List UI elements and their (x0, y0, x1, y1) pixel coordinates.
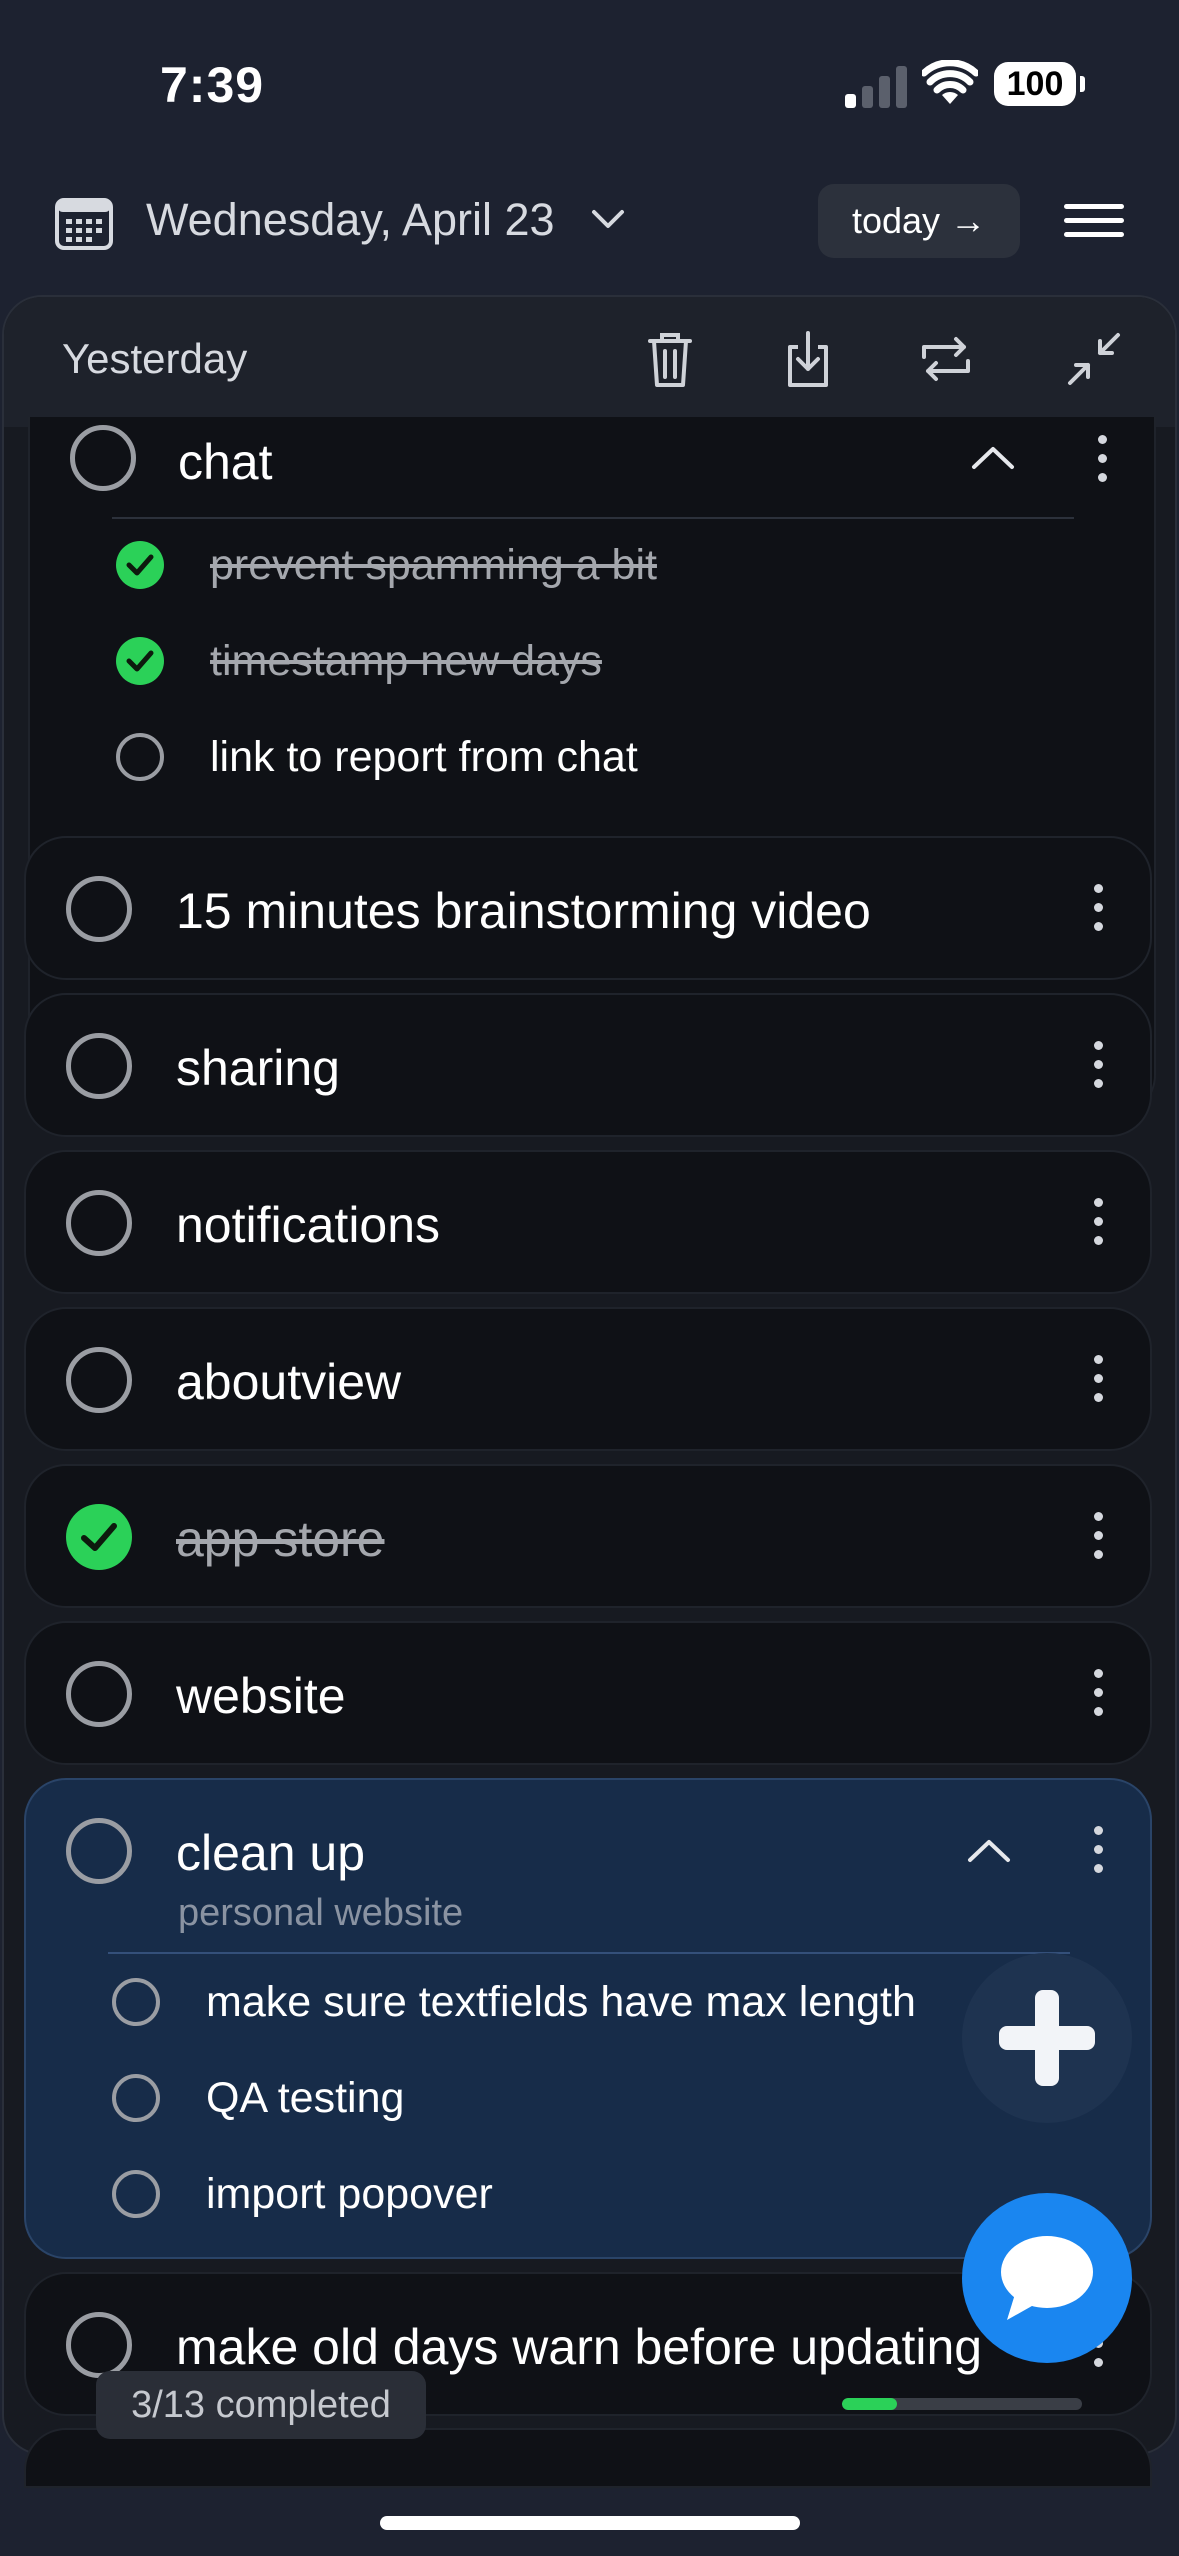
task-title: aboutview (176, 1354, 402, 1410)
chevron-up-icon[interactable] (970, 443, 1016, 471)
more-options-icon[interactable] (1091, 884, 1105, 934)
more-options-icon[interactable] (1095, 435, 1109, 485)
repeat-icon[interactable] (916, 327, 976, 391)
subtask-text[interactable]: QA testing (206, 2074, 404, 2123)
more-options-icon[interactable] (1091, 1512, 1105, 1562)
more-options-icon[interactable] (1091, 1669, 1105, 1719)
task-checkbox[interactable] (66, 1190, 132, 1256)
panel-toolbar: Yesterday (4, 297, 1175, 427)
wifi-icon (922, 60, 978, 104)
today-label: today (851, 200, 941, 241)
task-card[interactable]: sharing (24, 993, 1152, 1137)
task-checkbox[interactable] (70, 425, 136, 491)
panel-title: Yesterday (62, 335, 248, 382)
collapse-icon[interactable] (1064, 327, 1124, 391)
subtask-text[interactable]: timestamp new days (210, 637, 602, 686)
battery-indicator: 100 (994, 62, 1085, 106)
subtask-checkbox-checked[interactable] (116, 637, 164, 685)
subtask-checkbox[interactable] (116, 733, 164, 781)
speech-bubble-icon (1001, 2236, 1093, 2320)
cellular-signal-icon (845, 64, 907, 108)
subtask-checkbox[interactable] (112, 2170, 160, 2218)
task-title: sharing (176, 1040, 340, 1096)
divider (112, 517, 1074, 519)
task-title: make old days warn before updating (176, 2319, 983, 2375)
header: Wednesday, April 23 today → (0, 170, 1179, 290)
progress-bar (842, 2398, 1082, 2410)
divider (108, 1952, 1070, 1954)
task-title: 15 minutes brainstorming video (176, 883, 871, 939)
menu-icon[interactable] (1064, 204, 1124, 240)
subtask-checkbox[interactable] (112, 2074, 160, 2122)
task-card[interactable]: 15 minutes brainstorming video (24, 836, 1152, 980)
task-title: clean up (176, 1825, 366, 1881)
task-card[interactable]: aboutview (24, 1307, 1152, 1451)
date-selector[interactable]: Wednesday, April 23 (146, 190, 555, 250)
calendar-icon[interactable] (54, 195, 114, 251)
subtask-text[interactable]: make sure textfields have max length (206, 1978, 916, 2027)
subtask-text[interactable]: prevent spamming a bit (210, 541, 657, 590)
task-checkbox[interactable] (66, 1661, 132, 1727)
task-checkbox[interactable] (66, 1033, 132, 1099)
more-options-icon[interactable] (1091, 1355, 1105, 1405)
subtask-checkbox[interactable] (112, 1978, 160, 2026)
progress-fill (842, 2398, 898, 2410)
more-options-icon[interactable] (1091, 1041, 1105, 1091)
task-title: chat (178, 434, 273, 490)
task-checkbox[interactable] (66, 1347, 132, 1413)
plus-icon (999, 1990, 1095, 2086)
today-button[interactable]: today → (818, 184, 1020, 258)
task-title: website (176, 1668, 346, 1724)
task-checkbox[interactable] (66, 876, 132, 942)
chevron-up-icon[interactable] (966, 1836, 1012, 1864)
task-title: app store (176, 1511, 385, 1567)
task-checkbox-checked[interactable] (66, 1504, 132, 1570)
download-icon[interactable] (778, 327, 838, 391)
subtask-text[interactable]: import popover (206, 2170, 493, 2219)
home-indicator[interactable] (380, 2516, 800, 2530)
trash-icon[interactable] (640, 327, 700, 391)
more-options-icon[interactable] (1091, 1198, 1105, 1248)
subtask-checkbox-checked[interactable] (116, 541, 164, 589)
task-checkbox[interactable] (66, 2312, 132, 2378)
status-bar: 7:39 100 (0, 0, 1179, 170)
add-task-button[interactable] (962, 1953, 1132, 2123)
chevron-down-icon[interactable] (590, 206, 626, 234)
more-options-icon[interactable] (1091, 1826, 1105, 1876)
status-time: 7:39 (160, 57, 265, 113)
task-card[interactable]: app store (24, 1464, 1152, 1608)
task-subtitle: personal website (178, 1892, 464, 1934)
completed-count: 3/13 completed (96, 2371, 426, 2439)
task-card[interactable]: website (24, 1621, 1152, 1765)
chat-button[interactable] (962, 2193, 1132, 2363)
subtask-text[interactable]: link to report from chat (210, 733, 638, 782)
task-checkbox[interactable] (66, 1818, 132, 1884)
task-card[interactable]: notifications (24, 1150, 1152, 1294)
arrow-right-icon: → (950, 200, 987, 241)
task-title: notifications (176, 1197, 441, 1253)
